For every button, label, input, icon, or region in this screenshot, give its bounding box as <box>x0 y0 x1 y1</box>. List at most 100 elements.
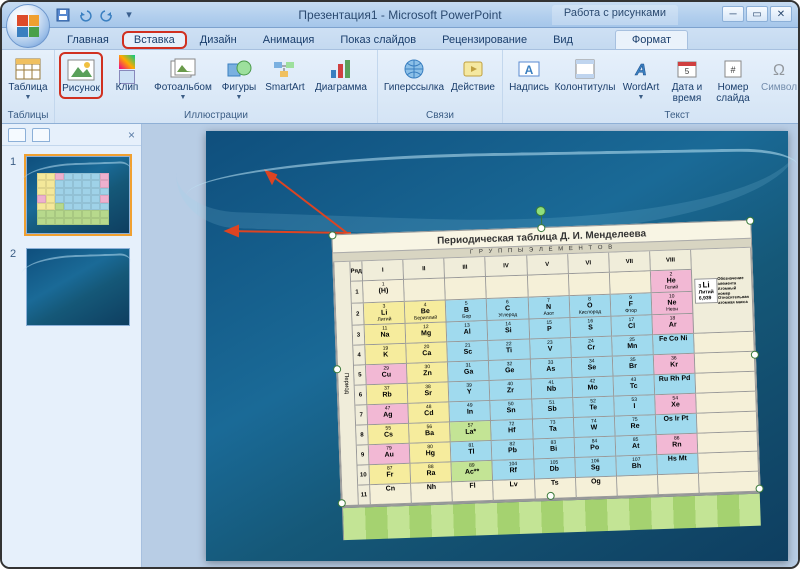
outline-tab[interactable] <box>32 128 50 142</box>
resize-handle-e[interactable] <box>751 350 759 358</box>
resize-handle-nw[interactable] <box>328 231 336 239</box>
tab-slideshow[interactable]: Показ слайдов <box>327 30 429 49</box>
thumbnail-pane: × 1 <box>2 124 142 567</box>
group-links-label: Связи <box>382 109 498 122</box>
qat-redo-button[interactable] <box>98 6 116 24</box>
headerfooter-icon <box>570 55 600 83</box>
tab-animations[interactable]: Анимация <box>250 30 328 49</box>
resize-handle-se[interactable] <box>755 484 763 492</box>
thumbnail-tabs: × <box>2 124 141 146</box>
group-tables: Таблица ▼ Таблицы <box>2 50 55 123</box>
tab-format[interactable]: Формат <box>615 30 688 49</box>
photoalbum-icon <box>168 55 198 83</box>
ribbon-table-label: Таблица <box>8 83 47 94</box>
ribbon-tabs: Главная Вставка Дизайн Анимация Показ сл… <box>2 28 798 50</box>
tab-design[interactable]: Дизайн <box>187 30 250 49</box>
hyperlink-icon <box>399 55 429 83</box>
shapes-icon <box>224 55 254 83</box>
action-icon <box>458 55 488 83</box>
svg-text:Ω: Ω <box>773 62 785 79</box>
ribbon-chart-button[interactable]: Диаграмма <box>309 52 373 97</box>
ribbon-action-label: Действие <box>451 83 495 94</box>
ribbon-symbol-label: Символ <box>761 83 797 94</box>
svg-text:#: # <box>730 65 735 75</box>
tab-review[interactable]: Рецензирование <box>429 30 540 49</box>
ribbon-headerfooter-button[interactable]: Колонтитулы <box>553 52 617 97</box>
tab-insert[interactable]: Вставка <box>122 31 187 49</box>
ribbon-shapes-button[interactable]: Фигуры ▼ <box>217 52 261 104</box>
quick-access-toolbar: ▾ <box>54 6 138 24</box>
resize-handle-ne[interactable] <box>746 216 754 224</box>
datetime-icon: 5 <box>672 55 702 83</box>
ribbon-picture-button[interactable]: Рисунок <box>59 52 103 99</box>
ribbon-hyperlink-label: Гиперссылка <box>384 83 444 94</box>
qat-customize-button[interactable]: ▾ <box>120 6 138 24</box>
picture-icon <box>66 56 96 84</box>
svg-text:5: 5 <box>685 67 690 76</box>
qat-save-button[interactable] <box>54 6 72 24</box>
ribbon-clip-button[interactable]: Клип <box>105 52 149 97</box>
slidenum-icon: # <box>718 55 748 83</box>
group-illustrations: Рисунок Клип Фотоальбом ▼ Фигуры ▼ <box>55 50 378 123</box>
group-text-label: Текст <box>507 109 800 122</box>
chevron-down-icon: ▼ <box>180 94 187 101</box>
ribbon-hyperlink-button[interactable]: Гиперссылка <box>382 52 446 97</box>
maximize-button[interactable]: ▭ <box>746 6 768 22</box>
smartart-icon <box>270 55 300 83</box>
group-illustrations-label: Иллюстрации <box>59 109 373 122</box>
ribbon-picture-label: Рисунок <box>62 84 100 95</box>
ribbon-photoalbum-label: Фотоальбом <box>154 83 212 94</box>
slide-canvas[interactable]: Периодическая таблица Д. И. Менделеева Г… <box>206 131 788 561</box>
office-button[interactable] <box>6 4 50 48</box>
close-pane-button[interactable]: × <box>128 128 135 142</box>
clip-icon <box>112 55 142 83</box>
rotate-handle[interactable] <box>536 205 546 215</box>
tab-home[interactable]: Главная <box>54 30 122 49</box>
thumbnail-slide-2[interactable] <box>26 248 130 326</box>
chevron-down-icon: ▼ <box>25 94 32 101</box>
ribbon-smartart-button[interactable]: SmartArt <box>263 52 307 97</box>
svg-text:A: A <box>634 62 647 79</box>
close-button[interactable]: ✕ <box>770 6 792 22</box>
slide-editor[interactable]: Периодическая таблица Д. И. Менделеева Г… <box>142 124 798 567</box>
textbox-icon: A <box>514 55 544 83</box>
ribbon-textbox-label: Надпись <box>509 83 549 94</box>
ribbon-photoalbum-button[interactable]: Фотоальбом ▼ <box>151 52 215 104</box>
ribbon-slidenum-label: Номер слайда <box>713 83 753 104</box>
window-title: Презентация1 - Microsoft PowerPoint <box>298 8 501 22</box>
ribbon-datetime-button[interactable]: 5 Дата и время <box>665 52 709 107</box>
minimize-button[interactable]: ─ <box>722 6 744 22</box>
group-tables-label: Таблицы <box>6 109 50 122</box>
resize-handle-n[interactable] <box>537 223 545 231</box>
contextual-tab-group-label: Работа с рисунками <box>552 5 678 25</box>
ribbon-wordart-label: WordArt <box>623 83 660 94</box>
resize-handle-sw[interactable] <box>338 499 346 507</box>
ribbon-symbol-button[interactable]: Ω Символ <box>757 52 800 97</box>
ribbon-smartart-label: SmartArt <box>265 83 304 94</box>
chevron-down-icon: ▼ <box>236 94 243 101</box>
wordart-icon: A <box>626 55 656 83</box>
ribbon-action-button[interactable]: Действие <box>448 52 498 97</box>
tab-view[interactable]: Вид <box>540 30 586 49</box>
resize-handle-s[interactable] <box>547 491 555 499</box>
office-logo-icon <box>17 15 39 37</box>
thumb-number: 1 <box>10 156 20 234</box>
symbol-icon: Ω <box>764 55 794 83</box>
ribbon-headerfooter-label: Колонтитулы <box>555 83 616 94</box>
workspace: × 1 <box>2 124 798 567</box>
ribbon-clip-label: Клип <box>116 83 139 94</box>
svg-text:A: A <box>525 63 534 77</box>
slides-tab[interactable] <box>8 128 26 142</box>
group-text: A Надпись Колонтитулы A WordArt ▼ 5 Дата… <box>503 50 800 123</box>
thumb-number: 2 <box>10 248 20 326</box>
inserted-picture[interactable]: Периодическая таблица Д. И. Менделеева Г… <box>331 219 760 503</box>
ribbon-slidenum-button[interactable]: # Номер слайда <box>711 52 755 107</box>
ribbon-wordart-button[interactable]: A WordArt ▼ <box>619 52 663 104</box>
ribbon-table-button[interactable]: Таблица ▼ <box>6 52 50 104</box>
thumbnail-slide-1[interactable] <box>26 156 130 234</box>
ribbon-textbox-button[interactable]: A Надпись <box>507 52 551 97</box>
title-bar: ▾ Презентация1 - Microsoft PowerPoint Ра… <box>2 2 798 28</box>
table-icon <box>13 55 43 83</box>
qat-undo-button[interactable] <box>76 6 94 24</box>
resize-handle-w[interactable] <box>333 365 341 373</box>
